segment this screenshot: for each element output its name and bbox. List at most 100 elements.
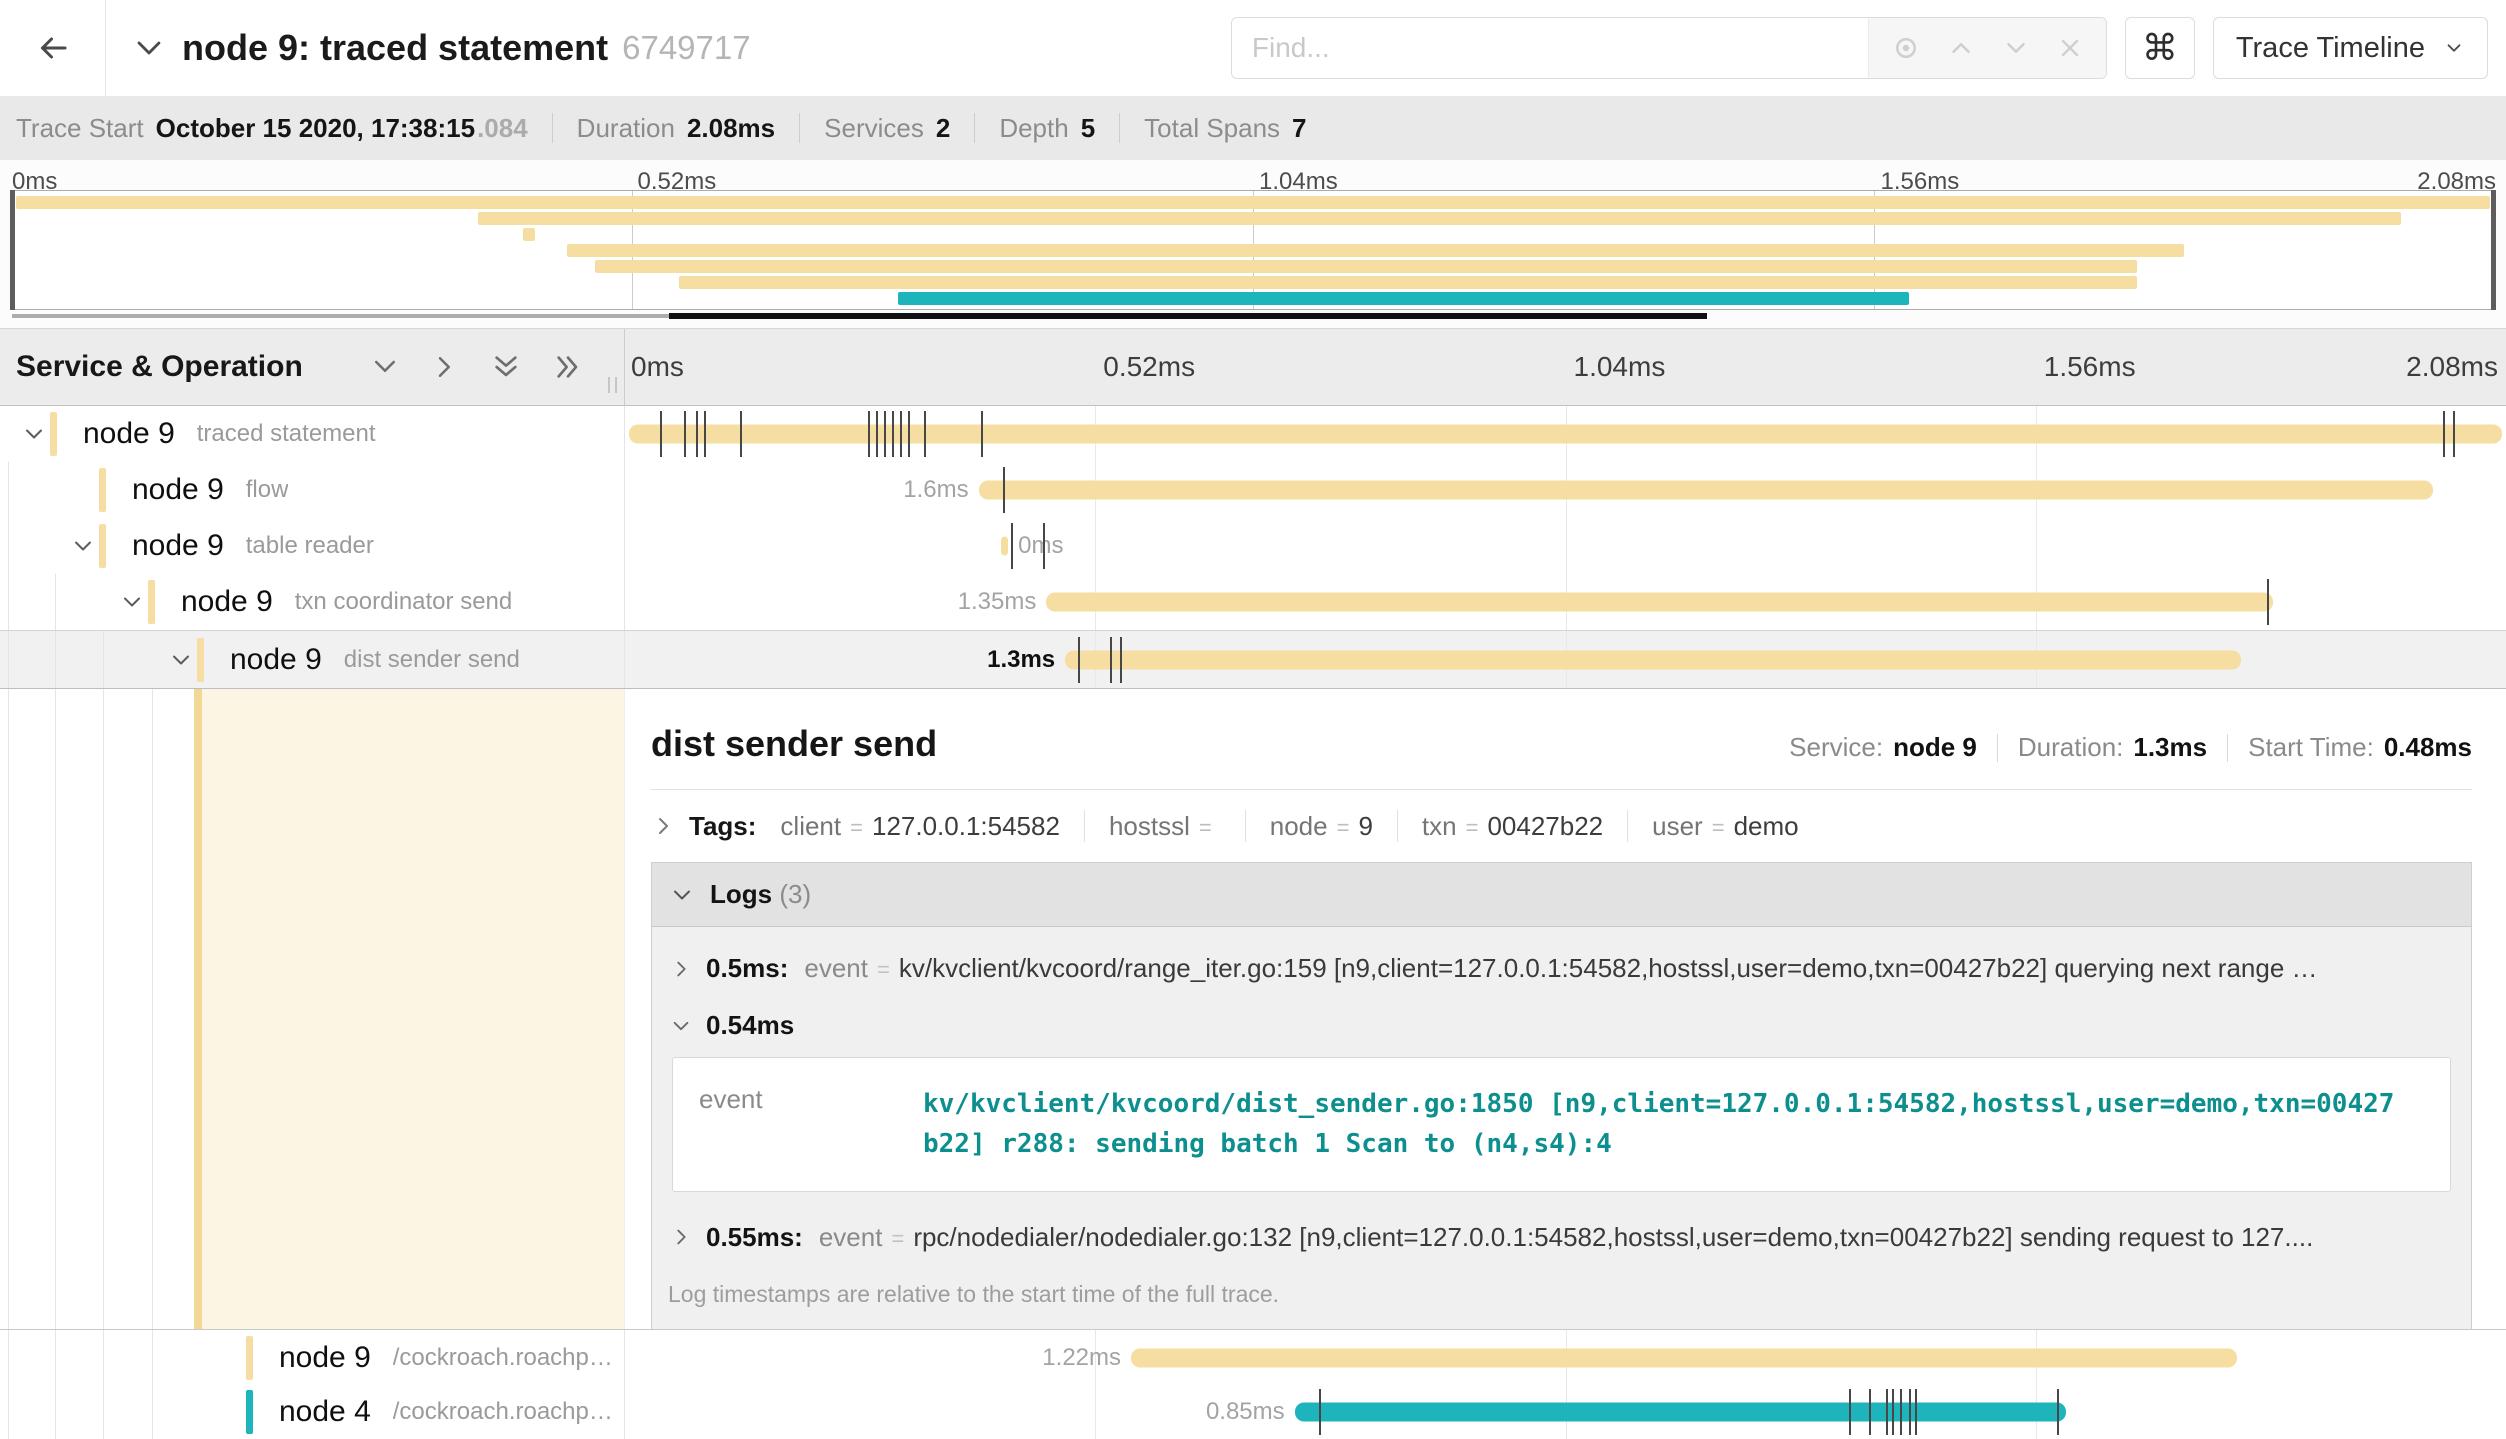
- log-marker-tick: [2453, 411, 2455, 457]
- minimap-canvas[interactable]: [10, 190, 2496, 310]
- summary-value: 7: [1292, 113, 1306, 144]
- span-row-table-reader[interactable]: node 9 table reader 0ms: [0, 518, 2506, 574]
- divider: [1245, 810, 1246, 842]
- summary-total-spans: Total Spans 7: [1144, 113, 1306, 144]
- trace-minimap: 0ms 0.52ms 1.04ms 1.56ms 2.08ms: [0, 160, 2506, 328]
- minimap-span-bar: [595, 260, 2138, 273]
- span-timeline-cell[interactable]: 1.22ms: [625, 1330, 2506, 1385]
- keyboard-shortcuts-button[interactable]: ⌘: [2125, 17, 2195, 79]
- tags-row[interactable]: Tags: client=127.0.0.1:54582hostssl=node…: [651, 790, 2472, 858]
- find-clear-icon[interactable]: [2056, 34, 2084, 62]
- collapse-all-icon[interactable]: [490, 351, 522, 383]
- span-service: node 9: [181, 585, 273, 619]
- span-service: node 9: [132, 473, 224, 507]
- tag-value: demo: [1734, 811, 1799, 842]
- service-operation-header: Service & Operation: [0, 329, 625, 405]
- span-timeline-cell[interactable]: 1.3ms: [625, 631, 2506, 688]
- log-marker-tick: [1011, 523, 1013, 569]
- log-entry-expanded-header[interactable]: 0.54ms: [652, 990, 2471, 1041]
- span-row-txn-coordinator-send[interactable]: node 9 txn coordinator send 1.35ms: [0, 574, 2506, 630]
- span-bar[interactable]: [1131, 1348, 2237, 1367]
- expand-all-icon[interactable]: [552, 351, 584, 383]
- span-bar[interactable]: [1001, 537, 1008, 556]
- span-service: node 9: [83, 417, 175, 451]
- span-collapse-chevron[interactable]: [169, 648, 195, 672]
- span-bar[interactable]: [979, 481, 2433, 500]
- span-name-cell[interactable]: node 9 flow: [0, 462, 625, 518]
- span-operation: dist sender send: [344, 646, 520, 674]
- span-row-dist-sender-send[interactable]: node 9 dist sender send 1.3ms: [0, 630, 2506, 688]
- indent-guide: [8, 574, 9, 630]
- indent-guide: [152, 1330, 153, 1385]
- tags-list: client=127.0.0.1:54582hostssl=node=9txn=…: [780, 810, 1798, 842]
- log-marker-tick: [2057, 1389, 2059, 1435]
- log-timestamp: 0.55ms:: [706, 1222, 803, 1253]
- span-name-cell[interactable]: node 4 /cockroach.roachpb.I…: [0, 1385, 625, 1439]
- indent-guide: [55, 689, 56, 1329]
- span-name-cell[interactable]: node 9 traced statement: [0, 406, 625, 462]
- summary-duration: Duration 2.08ms: [577, 113, 775, 144]
- span-timeline-cell[interactable]: 1.6ms: [625, 462, 2506, 518]
- span-name-cell[interactable]: node 9 dist sender send: [0, 631, 625, 688]
- indent-guide: [152, 1385, 153, 1439]
- find-input[interactable]: [1232, 18, 1868, 78]
- log-field-value: kv/kvclient/kvcoord/dist_sender.go:1850 …: [923, 1084, 2403, 1165]
- summary-value: 2.08ms: [687, 113, 775, 144]
- span-bar[interactable]: [1295, 1403, 2066, 1422]
- indent-guide: [55, 1330, 56, 1385]
- tag-key: client: [780, 811, 841, 842]
- locate-icon[interactable]: [1891, 33, 1921, 63]
- expand-one-icon[interactable]: [430, 352, 460, 382]
- span-bar[interactable]: [1065, 650, 2241, 669]
- divider: [1084, 810, 1085, 842]
- span-row-node4-rpc[interactable]: node 4 /cockroach.roachpb.I… 0.85ms: [0, 1385, 2506, 1439]
- span-name-cell[interactable]: node 9 /cockroach.roachpb.I…: [0, 1330, 625, 1385]
- tag-txn: txn=00427b22: [1422, 811, 1603, 842]
- span-collapse-chevron[interactable]: [71, 534, 97, 558]
- minimap-span-bar: [898, 292, 1909, 305]
- span-name-cell[interactable]: node 9 txn coordinator send: [0, 574, 625, 630]
- tag-value: 00427b22: [1487, 811, 1603, 842]
- indent-guide: [103, 631, 104, 688]
- log-marker-tick: [981, 411, 983, 457]
- find-next-icon[interactable]: [2001, 33, 2031, 63]
- logs-header[interactable]: Logs (3): [652, 863, 2471, 927]
- span-timeline-cell[interactable]: 0.85ms: [625, 1385, 2506, 1439]
- log-marker-tick: [696, 411, 698, 457]
- collapse-one-icon[interactable]: [370, 352, 400, 382]
- trace-collapse-toggle[interactable]: [132, 31, 166, 65]
- back-button[interactable]: [0, 0, 106, 96]
- find-prev-icon[interactable]: [1946, 33, 1976, 63]
- tag-value: 9: [1358, 811, 1372, 842]
- minimap-left-handle[interactable]: [10, 190, 15, 310]
- minimap-scroll-thumb[interactable]: [669, 313, 1706, 319]
- span-row-node9-rpc[interactable]: node 9 /cockroach.roachpb.I… 1.22ms: [0, 1330, 2506, 1385]
- view-dropdown[interactable]: Trace Timeline: [2213, 17, 2488, 79]
- log-entry-collapsed[interactable]: 0.5ms: event = kv/kvclient/kvcoord/range…: [652, 927, 2471, 990]
- log-marker-tick: [892, 411, 894, 457]
- find-addon: [1868, 18, 2106, 78]
- gridline: [1095, 1385, 1096, 1439]
- span-collapse-chevron[interactable]: [120, 590, 146, 614]
- find-box: [1231, 17, 2107, 79]
- indent-guide: [55, 574, 56, 630]
- log-entry-collapsed[interactable]: 0.55ms: event = rpc/nodedialer/nodediale…: [652, 1196, 2471, 1259]
- column-resize-grip[interactable]: [608, 377, 617, 393]
- span-timeline-cell[interactable]: [625, 406, 2506, 462]
- span-bar[interactable]: [1046, 593, 2272, 612]
- service-color-bar: [99, 524, 106, 568]
- span-row-traced-statement[interactable]: node 9 traced statement: [0, 406, 2506, 462]
- log-marker-tick: [684, 411, 686, 457]
- log-marker-tick: [908, 411, 910, 457]
- span-timeline-cell[interactable]: 1.35ms: [625, 574, 2506, 630]
- service-color-bar: [197, 638, 204, 682]
- logs-footer-note: Log timestamps are relative to the start…: [652, 1259, 2471, 1329]
- summary-value: 5: [1081, 113, 1095, 144]
- minimap-right-handle[interactable]: [2491, 190, 2496, 310]
- top-bar: node 9: traced statement 6749717 ⌘ Trace…: [0, 0, 2506, 96]
- span-collapse-chevron[interactable]: [22, 422, 48, 446]
- span-name-cell[interactable]: node 9 table reader: [0, 518, 625, 574]
- span-row-flow[interactable]: node 9 flow 1.6ms: [0, 462, 2506, 518]
- span-timeline-cell[interactable]: 0ms: [625, 518, 2506, 574]
- log-marker-tick: [900, 411, 902, 457]
